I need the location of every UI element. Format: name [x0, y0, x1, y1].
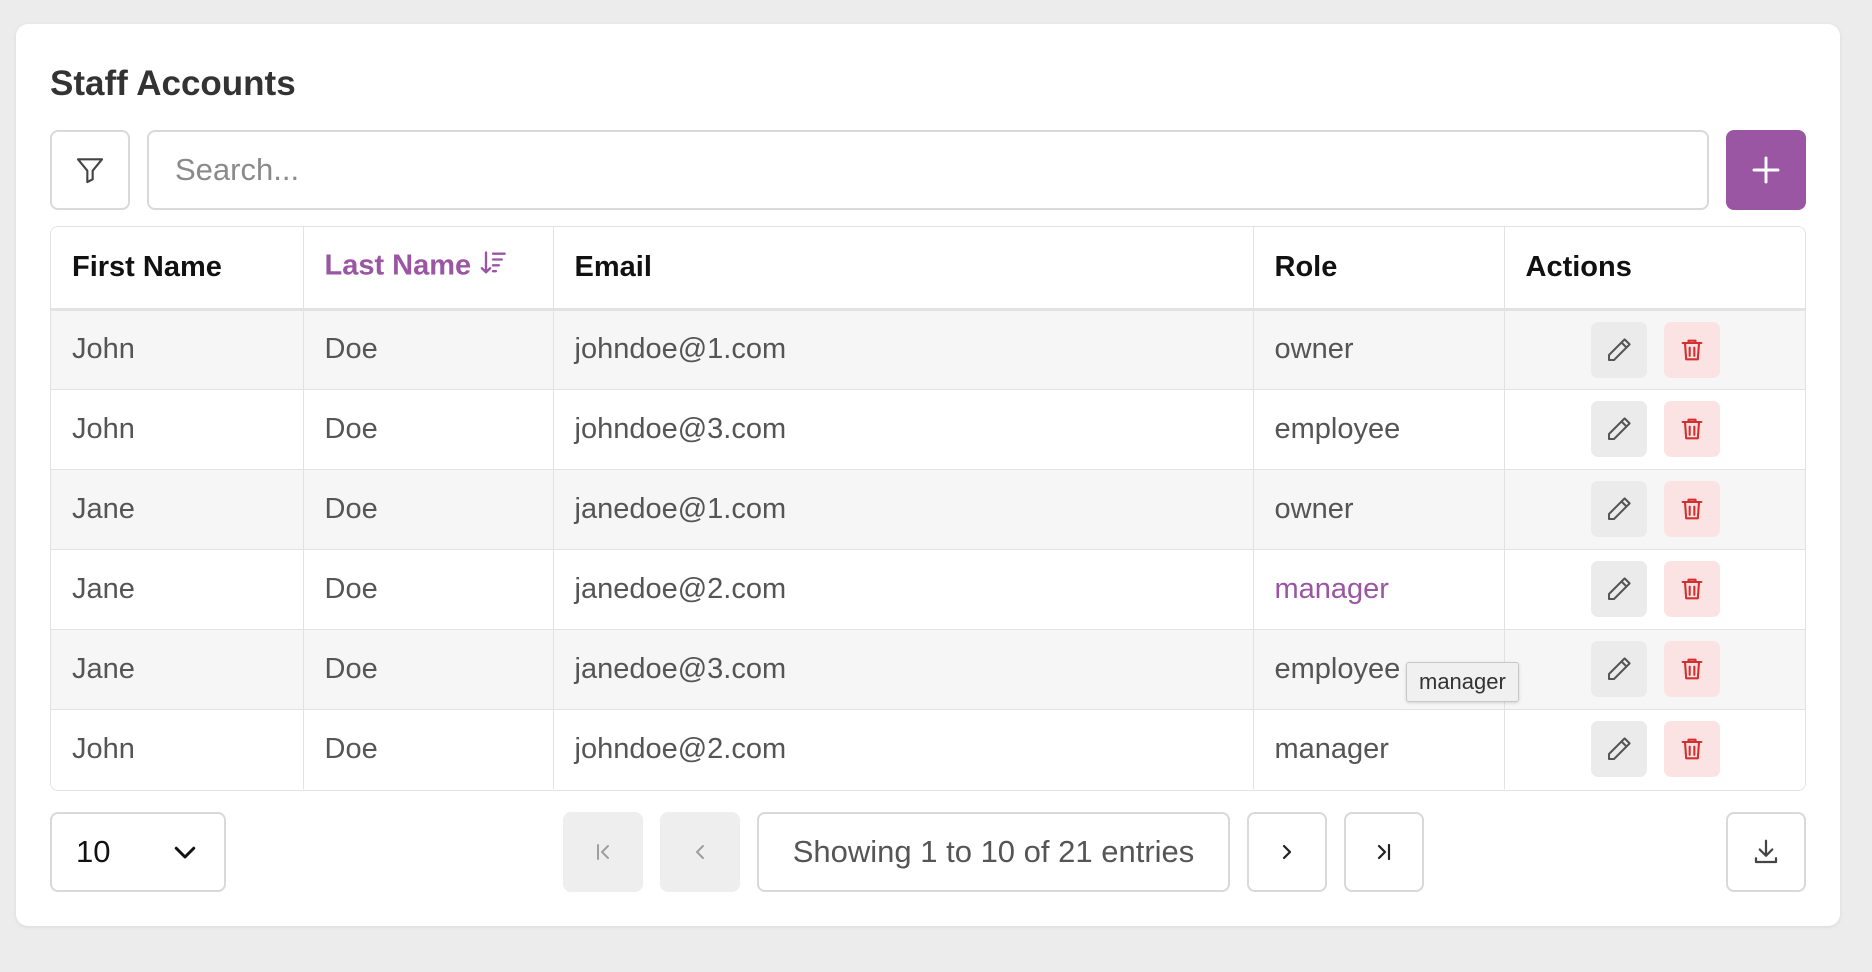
- edit-row-button[interactable]: [1591, 561, 1648, 617]
- cell-email: janedoe@2.com: [553, 549, 1254, 629]
- last-page-icon: [1377, 843, 1391, 861]
- cell-actions: [1504, 469, 1805, 549]
- delete-row-button[interactable]: [1664, 721, 1721, 778]
- staff-accounts-card: Staff Accounts First Name: [16, 24, 1840, 926]
- edit-icon: [1608, 497, 1631, 520]
- delete-row-button[interactable]: [1664, 641, 1721, 697]
- cell-email: janedoe@3.com: [553, 629, 1254, 709]
- table-row: Jane Doe janedoe@2.com manager: [51, 549, 1805, 629]
- edit-icon: [1608, 417, 1631, 440]
- trash-icon: [1681, 578, 1703, 600]
- filter-button[interactable]: [50, 130, 130, 210]
- cell-actions: [1504, 629, 1805, 709]
- last-page-button[interactable]: [1344, 812, 1424, 892]
- cell-first-name: Jane: [51, 549, 304, 629]
- chevron-down-icon: [174, 846, 196, 859]
- cell-actions: [1504, 549, 1805, 629]
- cell-email: johndoe@2.com: [553, 709, 1254, 789]
- edit-icon: [1608, 337, 1631, 361]
- column-header-email[interactable]: Email: [553, 227, 1254, 309]
- cell-role: manager: [1253, 549, 1505, 629]
- delete-row-button[interactable]: [1664, 321, 1721, 378]
- trash-icon: [1681, 339, 1703, 360]
- cell-last-name: Doe: [303, 709, 554, 789]
- delete-row-button[interactable]: [1664, 481, 1721, 537]
- page-size-select[interactable]: 10: [50, 812, 226, 892]
- edit-row-button[interactable]: [1591, 641, 1648, 697]
- search-input[interactable]: [147, 130, 1709, 210]
- delete-row-button[interactable]: [1664, 401, 1721, 457]
- edit-row-button[interactable]: [1591, 401, 1648, 457]
- chevron-left-icon: [696, 845, 704, 859]
- cell-first-name: John: [51, 709, 304, 789]
- column-header-last-name[interactable]: Last Name: [303, 227, 554, 309]
- table-row: John Doe johndoe@3.com employee: [51, 389, 1805, 469]
- edit-icon: [1608, 657, 1631, 680]
- role-tooltip: manager: [1406, 662, 1519, 702]
- cell-last-name: Doe: [303, 389, 554, 469]
- previous-page-button[interactable]: [660, 812, 740, 892]
- cell-email: johndoe@3.com: [553, 389, 1254, 469]
- trash-icon: [1681, 658, 1703, 680]
- edit-row-button[interactable]: [1591, 481, 1648, 537]
- cell-first-name: John: [51, 389, 304, 469]
- first-page-button[interactable]: [563, 812, 643, 892]
- page-size-value: 10: [76, 834, 111, 869]
- table-row: John Doe johndoe@2.com manager: [51, 709, 1805, 789]
- cell-actions: [1504, 709, 1805, 789]
- cell-role: employee: [1253, 389, 1505, 469]
- trash-icon: [1681, 498, 1703, 520]
- page-title: Staff Accounts: [50, 64, 296, 103]
- pagination: Showing 1 to 10 of 21 entries: [563, 812, 1424, 892]
- cell-first-name: Jane: [51, 469, 304, 549]
- table-row: Jane Doe janedoe@1.com owner: [51, 469, 1805, 549]
- cell-last-name: Doe: [303, 629, 554, 709]
- filter-icon: [76, 158, 104, 184]
- add-account-button[interactable]: [1726, 130, 1806, 210]
- cell-first-name: John: [51, 309, 304, 389]
- cell-email: johndoe@1.com: [553, 309, 1254, 389]
- table-row: Jane Doe janedoe@3.com employee: [51, 629, 1805, 709]
- cell-first-name: Jane: [51, 629, 304, 709]
- column-header-role[interactable]: Role: [1253, 227, 1505, 309]
- cell-email: janedoe@1.com: [553, 469, 1254, 549]
- column-header-actions: Actions: [1504, 227, 1805, 309]
- first-page-icon: [597, 844, 609, 860]
- cell-role: owner: [1253, 309, 1505, 389]
- edit-icon: [1608, 577, 1631, 600]
- cell-actions: [1504, 309, 1805, 389]
- trash-icon: [1681, 418, 1703, 440]
- chevron-right-icon: [1282, 844, 1292, 860]
- table-footer: 10 Showing 1 to 10 of 21 entries: [50, 812, 1806, 892]
- edit-row-button[interactable]: [1591, 721, 1648, 778]
- delete-row-button[interactable]: [1664, 561, 1721, 617]
- plus-icon: [1752, 156, 1780, 184]
- table-row: John Doe johndoe@1.com owner: [51, 309, 1805, 389]
- cell-last-name: Doe: [303, 549, 554, 629]
- download-icon: [1754, 839, 1778, 864]
- cell-role: owner: [1253, 469, 1505, 549]
- staff-table: First Name Last Name Email Role Actions: [50, 226, 1806, 791]
- cell-actions: [1504, 389, 1805, 469]
- pagination-status: Showing 1 to 10 of 21 entries: [757, 812, 1230, 892]
- sort-descending-icon: [479, 249, 507, 285]
- edit-icon: [1608, 737, 1631, 761]
- cell-last-name: Doe: [303, 309, 554, 389]
- column-header-first-name[interactable]: First Name: [51, 227, 304, 309]
- next-page-button[interactable]: [1247, 812, 1327, 892]
- trash-icon: [1681, 738, 1703, 760]
- table-body: John Doe johndoe@1.com owner John Doe johndoe@…: [51, 309, 1805, 789]
- toolbar: [50, 130, 1806, 210]
- cell-role: manager: [1253, 709, 1505, 789]
- cell-last-name: Doe: [303, 469, 554, 549]
- table-header-row: First Name Last Name Email Role Actions: [51, 227, 1805, 309]
- download-button[interactable]: [1726, 812, 1806, 892]
- edit-row-button[interactable]: [1591, 321, 1648, 378]
